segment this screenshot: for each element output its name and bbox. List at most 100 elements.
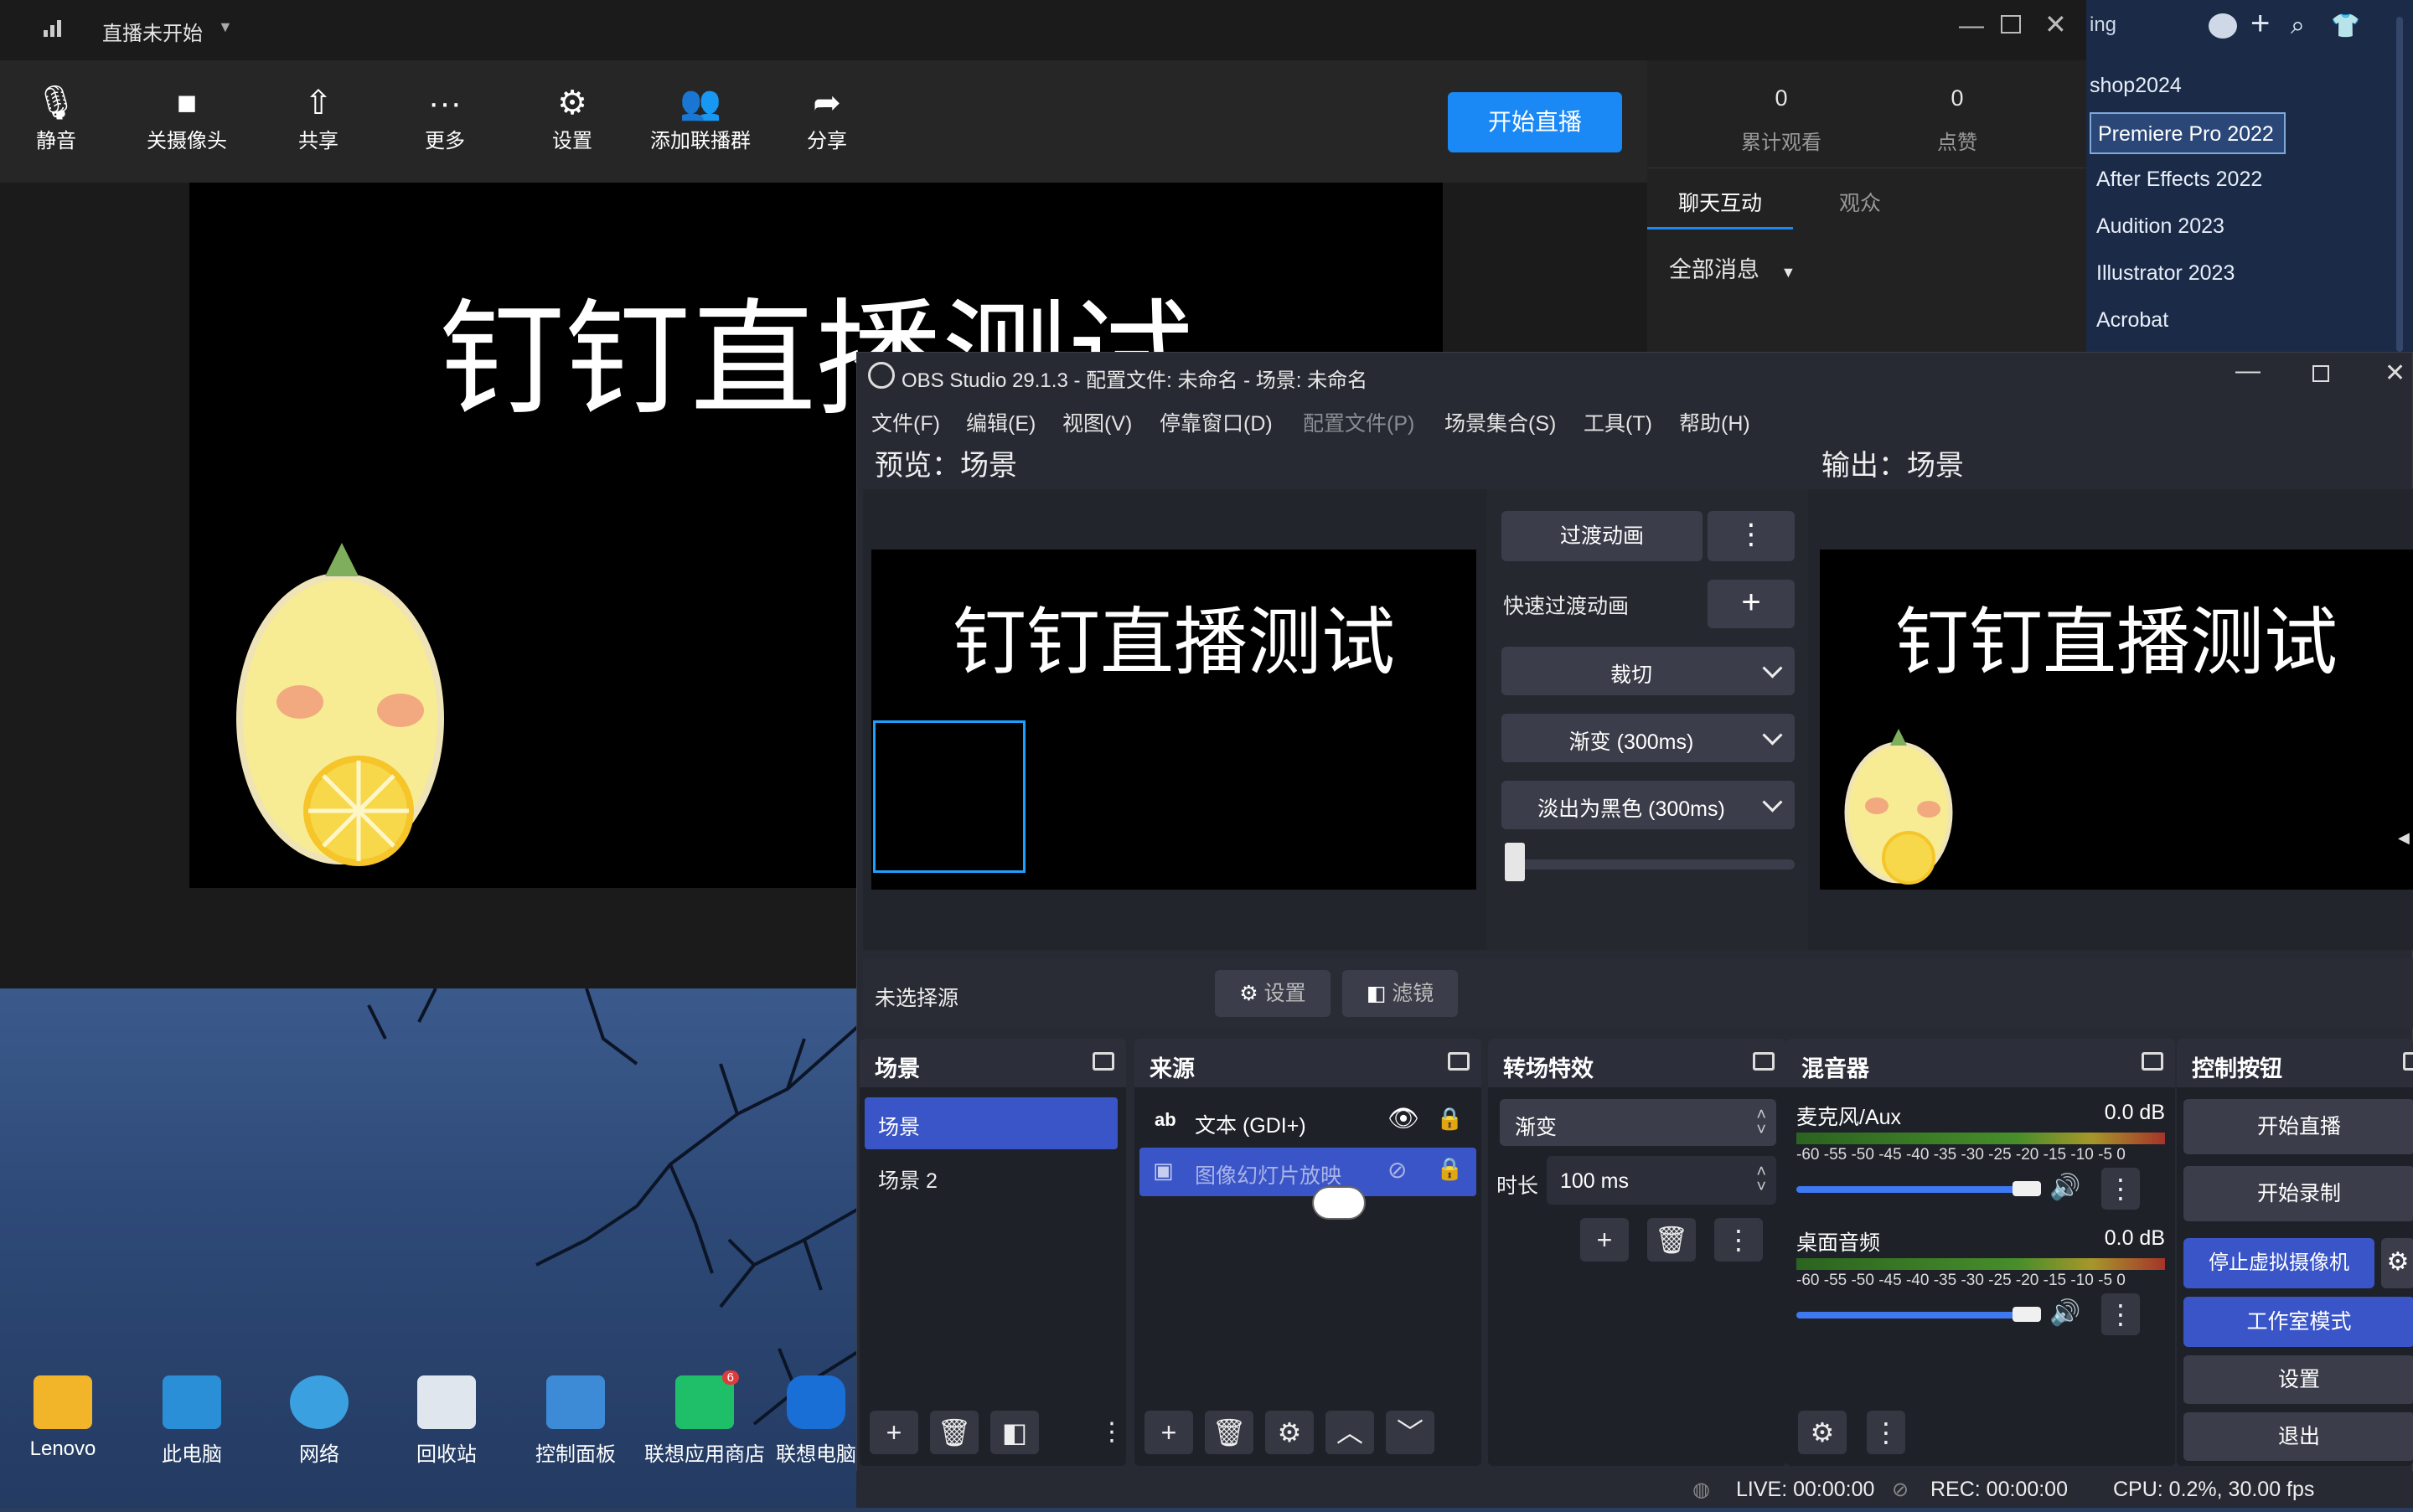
undock-icon[interactable] xyxy=(1753,1052,1775,1071)
move-source-down-button[interactable]: ﹀ xyxy=(1386,1411,1434,1454)
transition-menu-button[interactable]: ⋮ xyxy=(1708,511,1795,561)
source-properties-gear-button[interactable]: ⚙ xyxy=(1265,1411,1314,1454)
undock-icon[interactable] xyxy=(2142,1052,2163,1071)
app-item-audition[interactable]: Audition 2023 xyxy=(2096,214,2224,239)
app-item-premiere-selected[interactable]: Premiere Pro 2022 xyxy=(2090,112,2286,154)
menu-tools[interactable]: 工具(T) xyxy=(1584,407,1652,437)
obs-minimize-button[interactable]: — xyxy=(2235,357,2261,385)
menu-edit[interactable]: 编辑(E) xyxy=(966,407,1036,437)
more-button[interactable]: ··· 更多 xyxy=(399,82,491,153)
stop-virtual-camera-button[interactable]: 停止虚拟摄像机 xyxy=(2183,1238,2374,1288)
start-streaming-button[interactable]: 开始直播 xyxy=(2183,1099,2413,1154)
add-scene-button[interactable]: + xyxy=(870,1411,918,1454)
desktop-icon-network[interactable]: 网络 xyxy=(256,1375,382,1467)
app-item-photoshop[interactable]: shop2024 xyxy=(2090,74,2182,98)
mic-more-button[interactable]: ⋮ xyxy=(2101,1168,2140,1210)
desktop-icon-lenovo-pc[interactable]: 联想电脑 xyxy=(769,1375,863,1467)
desktop-audio-volume-knob[interactable] xyxy=(2013,1307,2041,1322)
t-bar-track[interactable] xyxy=(1505,859,1795,870)
lock-icon[interactable]: 🔒 xyxy=(1436,1106,1463,1132)
mic-volume-slider[interactable] xyxy=(1796,1186,2024,1193)
undock-icon[interactable] xyxy=(2403,1052,2413,1071)
scene-item-selected[interactable]: 场景 xyxy=(865,1097,1118,1149)
source-filters-button[interactable]: ◧ 滤镜 xyxy=(1342,970,1458,1017)
message-filter-dropdown[interactable]: 全部消息 ▼ xyxy=(1669,251,1796,284)
transition-type-select[interactable]: 渐变 ˄ ˅ xyxy=(1500,1099,1776,1146)
tab-audience[interactable]: 观众 xyxy=(1793,178,1927,230)
scrollbar[interactable] xyxy=(2396,17,2403,352)
mixer-more-button[interactable]: ⋮ xyxy=(1867,1411,1905,1454)
source-item-slideshow-selected[interactable]: ▣ 图像幻灯片放映 ⊘ 🔒 xyxy=(1139,1148,1476,1196)
hidden-eye-icon[interactable]: ⊘ xyxy=(1387,1156,1407,1184)
desktop-audio-volume-slider[interactable] xyxy=(1796,1312,2024,1318)
scene-filters-button[interactable]: ◧ xyxy=(990,1411,1039,1454)
maximize-button[interactable] xyxy=(2001,15,2021,34)
share-screen-button[interactable]: ⇧ 共享 xyxy=(272,82,364,153)
start-recording-button[interactable]: 开始录制 xyxy=(2183,1166,2413,1221)
menu-scene-collection[interactable]: 场景集合(S) xyxy=(1444,407,1556,437)
settings-button[interactable]: 设置 xyxy=(2183,1355,2413,1404)
search-icon[interactable]: ⌕ xyxy=(2291,12,2305,40)
source-properties-button[interactable]: ⚙ 设置 xyxy=(1215,970,1331,1017)
obs-close-button[interactable]: ✕ xyxy=(2385,359,2405,388)
lock-icon[interactable]: 🔒 xyxy=(1436,1156,1463,1182)
obs-maximize-button[interactable] xyxy=(2312,365,2329,382)
close-button[interactable]: ✕ xyxy=(2044,8,2067,40)
t-bar-handle[interactable] xyxy=(1505,843,1525,881)
app-item-illustrator[interactable]: Illustrator 2023 xyxy=(2096,261,2235,286)
transition-button[interactable]: 过渡动画 xyxy=(1501,511,1703,561)
remove-scene-button[interactable]: 🗑 xyxy=(930,1411,979,1454)
desktop-icon-lenovo[interactable]: Lenovo xyxy=(0,1375,126,1461)
mic-volume-knob[interactable] xyxy=(2013,1181,2041,1196)
visibility-eye-icon[interactable]: 👁 xyxy=(1387,1104,1419,1133)
quick-transition-fade[interactable]: 渐变 (300ms) xyxy=(1501,714,1795,762)
account-icon[interactable] xyxy=(2209,13,2237,39)
exit-button[interactable]: 退出 xyxy=(2183,1412,2413,1461)
remove-source-button[interactable]: 🗑 xyxy=(1205,1411,1253,1454)
desktop-icon-recycle-bin[interactable]: 回收站 xyxy=(384,1375,509,1467)
camera-off-button[interactable]: ■ 关摄像头 xyxy=(141,82,233,153)
add-source-button[interactable]: + xyxy=(1144,1411,1193,1454)
speaker-icon[interactable]: 🔊 xyxy=(2049,1298,2080,1328)
source-item-text[interactable]: ab 文本 (GDI+) 👁 🔒 xyxy=(1139,1097,1476,1144)
remove-transition-button[interactable]: 🗑 xyxy=(1647,1218,1696,1262)
menu-profile[interactable]: 配置文件(P) xyxy=(1303,407,1414,437)
desktop-icon-lenovo-store[interactable]: 6 联想应用商店 xyxy=(642,1370,767,1467)
menu-file[interactable]: 文件(F) xyxy=(871,407,940,437)
menu-help[interactable]: 帮助(H) xyxy=(1679,407,1750,437)
collapse-arrow-icon[interactable]: ◀ xyxy=(2398,829,2410,847)
scene-item[interactable]: 场景 2 xyxy=(878,1164,938,1195)
minimize-button[interactable]: — xyxy=(1959,12,1984,40)
add-quick-transition-button[interactable]: + xyxy=(1708,580,1795,628)
app-item-acrobat[interactable]: Acrobat xyxy=(2096,308,2168,333)
mute-button[interactable]: 🎙 静音 xyxy=(10,82,102,153)
tab-chat[interactable]: 聊天互动 xyxy=(1647,178,1793,230)
settings-button[interactable]: ⚙ 设置 xyxy=(526,82,618,153)
preview-canvas[interactable]: 钉钉直播测试 xyxy=(871,550,1476,890)
desktop-audio-more-button[interactable]: ⋮ xyxy=(2101,1293,2140,1335)
quick-transition-fade-to-black[interactable]: 淡出为黑色 (300ms) xyxy=(1501,781,1795,829)
app-item-after-effects[interactable]: After Effects 2022 xyxy=(2096,168,2262,192)
add-transition-button[interactable]: + xyxy=(1580,1218,1629,1262)
undock-icon[interactable] xyxy=(1093,1052,1114,1071)
duration-spinbox[interactable]: 100 ms ˄ ˅ xyxy=(1547,1156,1776,1205)
desktop-icon-control-panel[interactable]: 控制面板 xyxy=(513,1375,638,1467)
undock-icon[interactable] xyxy=(1448,1052,1470,1071)
start-live-button[interactable]: 开始直播 xyxy=(1448,92,1622,152)
virtual-camera-settings-button[interactable]: ⚙ xyxy=(2381,1238,2413,1288)
scene-more-button[interactable]: ⋮ xyxy=(1099,1411,1124,1454)
quick-transition-cut[interactable]: 裁切 xyxy=(1501,647,1795,695)
advanced-audio-properties-button[interactable]: ⚙ xyxy=(1798,1411,1847,1454)
speaker-icon[interactable]: 🔊 xyxy=(2049,1173,2080,1202)
desktop-icon-this-pc[interactable]: 此电脑 xyxy=(129,1375,255,1467)
menu-docks[interactable]: 停靠窗口(D) xyxy=(1160,407,1273,437)
chevron-down-icon[interactable]: ▼ xyxy=(218,18,233,36)
studio-mode-button[interactable]: 工作室模式 xyxy=(2183,1297,2413,1347)
menu-view[interactable]: 视图(V) xyxy=(1062,407,1132,437)
share-button[interactable]: ➦ 分享 xyxy=(781,82,873,153)
shirt-icon[interactable]: 👕 xyxy=(2331,12,2360,39)
add-icon[interactable]: + xyxy=(2250,5,2270,43)
add-cohost-group-button[interactable]: 👥 添加联播群 xyxy=(642,82,759,153)
move-source-up-button[interactable]: ︿ xyxy=(1325,1411,1374,1454)
transition-more-button[interactable]: ⋮ xyxy=(1714,1218,1763,1262)
